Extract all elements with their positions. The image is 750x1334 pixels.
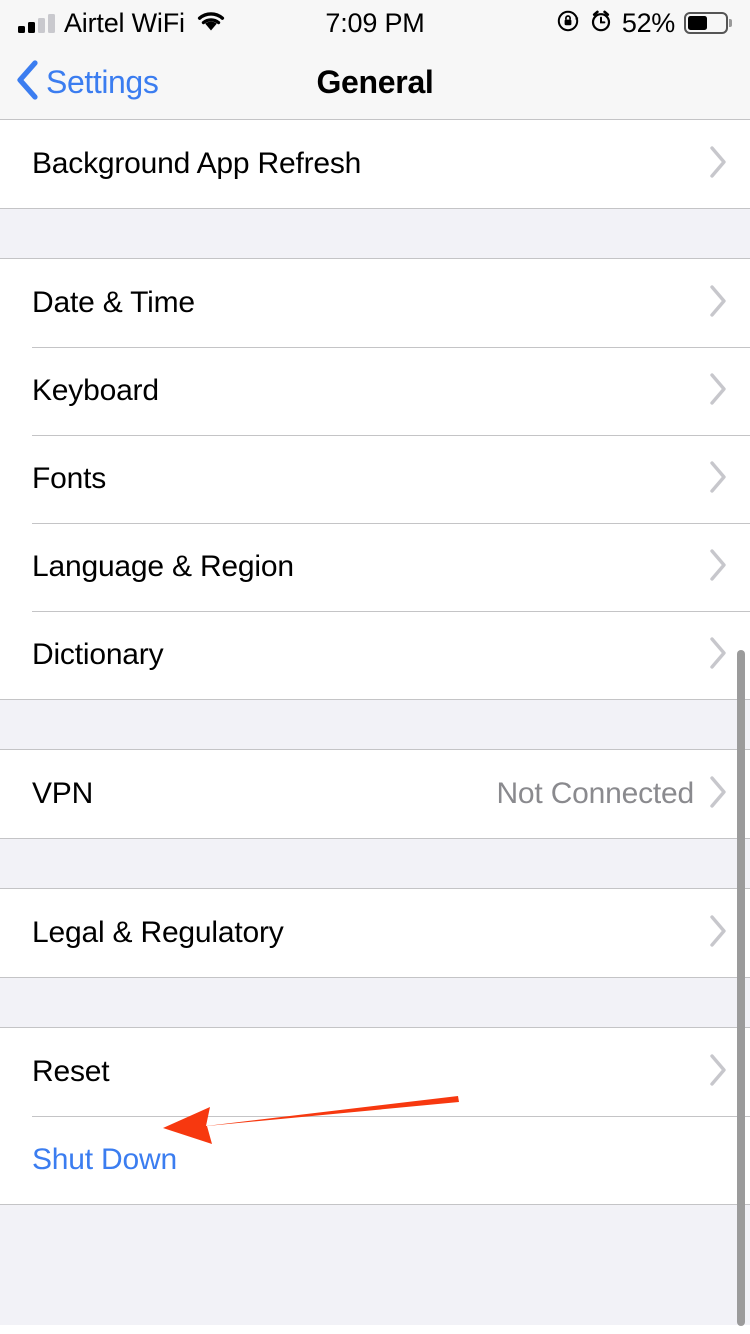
chevron-right-icon [708, 636, 728, 675]
list-row-dictionary[interactable]: Dictionary [0, 611, 750, 699]
row-label: Keyboard [32, 374, 159, 407]
row-value: Not Connected [496, 777, 694, 810]
status-bar: Airtel WiFi 7:09 PM 52% [0, 0, 750, 46]
list-row-keyboard[interactable]: Keyboard [0, 347, 750, 435]
wifi-icon [196, 10, 226, 37]
chevron-right-icon [708, 460, 728, 499]
list-row-legal-regulatory[interactable]: Legal & Regulatory [0, 889, 750, 977]
carrier-label: Airtel WiFi [64, 7, 185, 38]
section-gap [0, 839, 750, 888]
signal-bars-icon [18, 13, 55, 33]
chevron-right-icon [708, 1053, 728, 1092]
list-row-date-time[interactable]: Date & Time [0, 259, 750, 347]
chevron-right-icon [708, 145, 728, 184]
chevron-right-icon [708, 775, 728, 814]
row-label: Legal & Regulatory [32, 916, 284, 949]
iphone-screen: Airtel WiFi 7:09 PM 52% Settings General… [0, 0, 750, 1334]
settings-section: Reset Shut Down [0, 1027, 750, 1205]
status-bar-left: Airtel WiFi [18, 7, 226, 38]
list-row-fonts[interactable]: Fonts [0, 435, 750, 523]
row-label: Reset [32, 1055, 110, 1088]
vertical-scrollbar[interactable] [737, 650, 745, 1326]
row-label: Shut Down [32, 1143, 177, 1176]
row-label: Background App Refresh [32, 147, 362, 180]
chevron-right-icon [708, 914, 728, 953]
chevron-right-icon [708, 372, 728, 411]
list-row-background-app-refresh[interactable]: Background App Refresh [0, 120, 750, 208]
back-button-label: Settings [46, 64, 159, 100]
row-label: Fonts [32, 462, 107, 495]
section-gap [0, 209, 750, 258]
battery-icon [684, 12, 728, 34]
section-gap [0, 1205, 750, 1325]
chevron-right-icon [708, 284, 728, 323]
settings-list: Background App Refresh Date & Time Keyboar… [0, 120, 750, 1325]
row-label: Date & Time [32, 286, 195, 319]
settings-section: Legal & Regulatory [0, 888, 750, 978]
settings-section: VPN Not Connected [0, 749, 750, 839]
row-label: Dictionary [32, 638, 164, 671]
list-row-shut-down[interactable]: Shut Down [0, 1116, 750, 1204]
list-row-vpn[interactable]: VPN Not Connected [0, 750, 750, 838]
navigation-bar: Settings General [0, 46, 750, 120]
list-row-reset[interactable]: Reset [0, 1028, 750, 1116]
row-label: Language & Region [32, 550, 294, 583]
section-gap [0, 700, 750, 749]
status-bar-right: 52% [556, 8, 728, 39]
settings-section: Date & Time Keyboard Fonts Language & Regio… [0, 258, 750, 700]
row-label: VPN [32, 777, 94, 810]
chevron-right-icon [708, 548, 728, 587]
alarm-clock-icon [589, 9, 613, 38]
battery-percent-label: 52% [621, 7, 675, 38]
rotation-lock-icon [556, 9, 580, 38]
section-gap [0, 978, 750, 1027]
chevron-left-icon [14, 59, 40, 106]
list-row-language-region[interactable]: Language & Region [0, 523, 750, 611]
back-button[interactable]: Settings [14, 59, 159, 106]
settings-section: Background App Refresh [0, 120, 750, 209]
